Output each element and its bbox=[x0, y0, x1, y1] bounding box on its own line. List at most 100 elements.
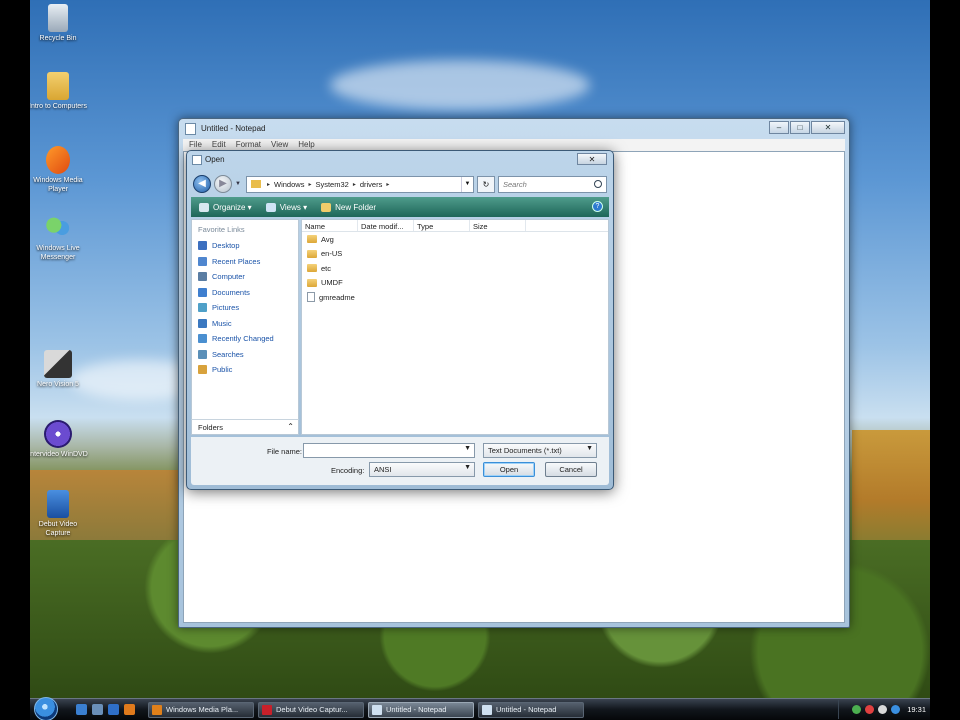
favorite-link-item[interactable]: Documents bbox=[192, 285, 298, 301]
favorite-link-item[interactable]: Desktop bbox=[192, 238, 298, 254]
dialog-footer: File name: ▼ Text Documents (*.txt) ▼ En… bbox=[191, 437, 609, 485]
security-icon[interactable] bbox=[865, 705, 875, 714]
folders-label: Folders bbox=[198, 423, 224, 432]
favorite-link-label: Public bbox=[212, 365, 233, 375]
favorite-link-label: Searches bbox=[212, 349, 244, 359]
favorite-link-item[interactable]: Recent Places bbox=[192, 254, 298, 270]
open-button[interactable]: Open bbox=[483, 462, 535, 477]
start-button[interactable] bbox=[34, 697, 58, 720]
search-icon[interactable] bbox=[594, 179, 602, 188]
switch-windows-icon[interactable] bbox=[92, 704, 103, 715]
taskbar-app-icon bbox=[372, 705, 382, 715]
new-folder-label: New Folder bbox=[335, 202, 377, 212]
file-list-item[interactable]: etc bbox=[302, 261, 608, 276]
breadcrumb-drivers[interactable]: drivers bbox=[360, 180, 383, 189]
favorite-link-item[interactable]: Computer bbox=[192, 269, 298, 285]
maximize-button[interactable]: □ bbox=[790, 121, 810, 134]
show-desktop-icon[interactable] bbox=[76, 704, 87, 715]
folder-icon bbox=[307, 235, 317, 244]
chevron-down-icon[interactable]: ▼ bbox=[464, 445, 471, 452]
taskbar-button-label: Windows Media Pla... bbox=[166, 705, 239, 714]
desktop-icon-disc[interactable]: Intervideo WinDVD bbox=[30, 420, 88, 459]
favorite-link-label: Recent Places bbox=[212, 256, 261, 266]
back-button[interactable]: ◀ bbox=[193, 175, 211, 193]
folders-toggle[interactable]: Folders ⌃ bbox=[191, 419, 299, 435]
notepad-title: Untitled - Notepad bbox=[201, 124, 266, 133]
dialog-titlebar[interactable]: Open ✕ bbox=[187, 151, 613, 169]
breadcrumb-separator[interactable]: ▸ bbox=[308, 181, 311, 188]
dialog-title: Open bbox=[205, 155, 225, 164]
taskbar-button[interactable]: Untitled - Notepad bbox=[368, 702, 474, 718]
chevron-up-icon: ⌃ bbox=[287, 422, 294, 431]
dialog-close-button[interactable]: ✕ bbox=[577, 153, 607, 165]
favorite-link-item[interactable]: Pictures bbox=[192, 300, 298, 316]
close-button[interactable]: ✕ bbox=[811, 121, 845, 134]
column-name[interactable]: Name bbox=[302, 220, 358, 231]
desktop-icon-folder[interactable]: Intro to Computers bbox=[30, 72, 88, 111]
desktop-icon-label: Intro to Computers bbox=[30, 103, 87, 110]
favorite-link-icon bbox=[198, 365, 207, 375]
breadcrumb-separator[interactable]: ▸ bbox=[386, 181, 389, 188]
organize-button[interactable]: Organize ▾ bbox=[199, 202, 252, 212]
breadcrumb-windows[interactable]: Windows bbox=[274, 180, 304, 189]
minimize-button[interactable]: – bbox=[769, 121, 789, 134]
favorite-link-item[interactable]: Recently Changed bbox=[192, 331, 298, 347]
breadcrumb-separator[interactable]: ▸ bbox=[353, 181, 356, 188]
file-list-item[interactable]: gmreadme bbox=[302, 290, 608, 305]
internet-explorer-icon[interactable] bbox=[108, 704, 119, 715]
encoding-select[interactable]: ANSI ▼ bbox=[369, 462, 475, 477]
notepad-titlebar[interactable]: Untitled - Notepad – □ ✕ bbox=[179, 119, 849, 139]
recent-pages-dropdown[interactable]: ▼ bbox=[235, 181, 243, 187]
messenger-tray-icon[interactable] bbox=[891, 705, 901, 714]
file-list-item[interactable]: Avg bbox=[302, 232, 608, 247]
views-icon bbox=[265, 202, 276, 212]
breadcrumb-system32[interactable]: System32 bbox=[315, 180, 348, 189]
folder-icon bbox=[307, 278, 317, 287]
desktop-icon-nero[interactable]: Nero Vision 5 bbox=[30, 350, 88, 389]
forward-button[interactable]: ▶ bbox=[214, 175, 232, 193]
refresh-button[interactable]: ↻ bbox=[477, 175, 495, 193]
new-folder-button[interactable]: New Folder bbox=[321, 202, 377, 212]
favorite-link-item[interactable]: Music bbox=[192, 316, 298, 332]
desktop-icon-capture[interactable]: Debut Video Capture bbox=[30, 490, 88, 538]
clock[interactable]: 19:31 bbox=[907, 705, 926, 714]
column-size[interactable]: Size bbox=[470, 220, 526, 231]
help-icon[interactable]: ? bbox=[592, 201, 603, 212]
desktop-icon-recycle-bin[interactable]: Recycle Bin bbox=[30, 4, 88, 43]
file-list-item[interactable]: en-US bbox=[302, 247, 608, 262]
navigation-pane: Favorite Links Desktop Recent Places Compu… bbox=[191, 219, 299, 435]
messenger-icon bbox=[44, 214, 72, 242]
file-type-select[interactable]: Text Documents (*.txt) ▼ bbox=[483, 443, 597, 458]
column-type[interactable]: Type bbox=[414, 220, 470, 231]
media-player-icon[interactable] bbox=[124, 704, 135, 715]
cancel-button[interactable]: Cancel bbox=[545, 462, 597, 477]
encoding-label: Encoding: bbox=[331, 466, 365, 475]
favorite-link-item[interactable]: Public bbox=[192, 362, 298, 378]
desktop-icon-media-player[interactable]: Windows Media Player bbox=[30, 146, 88, 194]
folder-icon bbox=[47, 72, 69, 100]
views-button[interactable]: Views ▾ bbox=[265, 202, 307, 212]
file-name-input[interactable]: ▼ bbox=[303, 443, 475, 458]
network-icon[interactable] bbox=[852, 705, 862, 714]
favorite-link-icon bbox=[198, 303, 207, 313]
desktop-icon-messenger[interactable]: Windows Live Messenger bbox=[30, 214, 88, 262]
dialog-icon bbox=[192, 155, 202, 165]
taskbar-button-label: Debut Video Captur... bbox=[276, 705, 348, 714]
favorite-link-item[interactable]: Searches bbox=[192, 347, 298, 363]
volume-icon[interactable] bbox=[878, 705, 888, 714]
taskbar-button[interactable]: Debut Video Captur... bbox=[258, 702, 364, 718]
taskbar-app-icon bbox=[262, 705, 272, 715]
column-date-modified[interactable]: Date modif... bbox=[358, 220, 414, 231]
file-rows: Avg en-US etc UMDF gmreadme bbox=[302, 232, 608, 305]
encoding-value: ANSI bbox=[374, 465, 392, 474]
file-list-item[interactable]: UMDF bbox=[302, 276, 608, 291]
taskbar-button[interactable]: Untitled - Notepad bbox=[478, 702, 584, 718]
address-dropdown[interactable]: ▼ bbox=[461, 176, 473, 192]
file-name: Avg bbox=[321, 234, 334, 244]
taskbar-button[interactable]: Windows Media Pla... bbox=[148, 702, 254, 718]
favorite-links-list: Desktop Recent Places Computer Documents Pic… bbox=[192, 238, 298, 378]
file-list: Name Date modif... Type Size Avg en-US etc… bbox=[301, 219, 609, 435]
search-input[interactable]: Search bbox=[498, 175, 607, 193]
chevron-down-icon: ▼ bbox=[464, 464, 471, 471]
address-bar[interactable]: ▸ Windows ▸ System32 ▸ drivers ▸ ▼ bbox=[246, 175, 474, 193]
